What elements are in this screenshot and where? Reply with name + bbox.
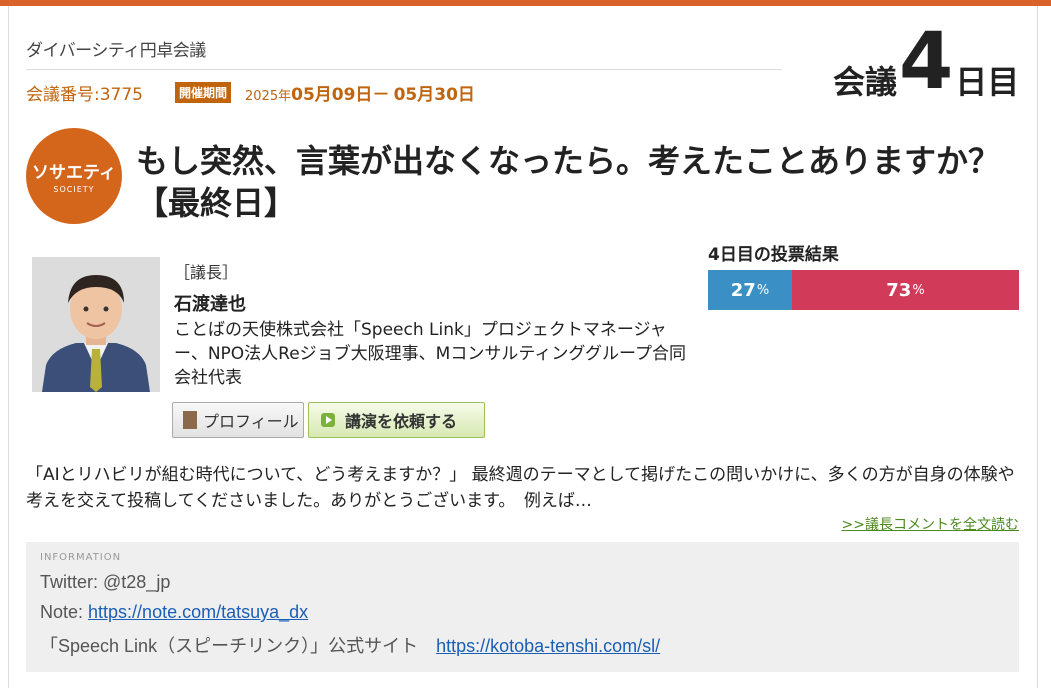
category-label-en: SOCIETY	[53, 185, 95, 194]
lecture-button-label: 講演を依頼する	[345, 412, 458, 431]
day-counter-suffix: 日目	[955, 63, 1020, 101]
period-badge: 開催期間	[175, 81, 232, 103]
day-counter-number: 4	[899, 17, 954, 107]
site-prefix: 「Speech Link（スピーチリンク）」公式サイト	[40, 636, 437, 656]
category-label: ソサエティ	[32, 163, 116, 183]
chair-description: ことばの天使株式会社「Speech Link」プロジェクトマネージャー、NPO法…	[174, 320, 686, 388]
information-box: INFORMATION Twitter: @t28_jp Note: https…	[26, 542, 1019, 672]
period-separator: －	[372, 84, 390, 105]
note-prefix: Note:	[40, 602, 89, 622]
document-icon	[183, 411, 197, 429]
category-logo[interactable]: ソサエティ SOCIETY	[26, 128, 122, 224]
profile-button[interactable]: プロフィール	[172, 402, 304, 438]
read-full-comment-link[interactable]: >>議長コメントを全文読む	[842, 514, 1019, 534]
page-title: もし突然、言葉が出なくなったら。考えたことありますか？【最終日】	[136, 142, 1001, 222]
chair-role: ［議長］	[174, 263, 239, 282]
lecture-request-button[interactable]: 講演を依頼する	[308, 402, 485, 438]
period-year: 2025年	[245, 88, 292, 104]
period-end: 05月30日	[393, 84, 475, 105]
vote-no-value: 73	[886, 279, 912, 301]
site-link[interactable]: https://kotoba-tenshi.com/sl/	[436, 636, 660, 656]
play-icon	[321, 413, 335, 427]
vote-yes-segment: 27%	[708, 270, 792, 310]
information-label: INFORMATION	[40, 552, 122, 563]
meeting-meta: 会議番号:3775 開催期間 2025年05月09日－ 05月30日	[26, 80, 475, 105]
vote-no-unit: %	[912, 282, 925, 298]
brand-title[interactable]: ダイバーシティ円卓会議	[26, 36, 206, 61]
meeting-number: 会議番号:3775	[26, 84, 143, 105]
site-line: 「Speech Link（スピーチリンク）」公式サイト https://koto…	[40, 632, 1005, 658]
day-counter-prefix: 会議	[833, 63, 898, 101]
twitter-line: Twitter: @t28_jp	[40, 572, 171, 592]
chair-avatar[interactable]	[32, 257, 160, 392]
vote-yes-value: 27	[730, 279, 756, 301]
profile-button-label: プロフィール	[203, 412, 299, 431]
divider	[26, 69, 782, 70]
note-link[interactable]: https://note.com/tatsuya_dx	[88, 602, 308, 622]
vote-title: 4日目の投票結果	[708, 245, 839, 265]
period-dates: 2025年05月09日－ 05月30日	[245, 80, 475, 105]
chair-name[interactable]: 石渡達也	[174, 290, 246, 316]
day-counter: 会議 4 日目	[833, 22, 1019, 102]
note-line: Note: https://note.com/tatsuya_dx	[40, 602, 1005, 623]
vote-yes-unit: %	[756, 282, 770, 298]
chair-comment: 「AIとリハビリが組む時代について、どう考えますか？」 最終週のテーマとして掲げ…	[26, 465, 1015, 511]
period-start: 05月09日	[291, 84, 373, 105]
vote-no-segment: 73%	[791, 270, 1019, 310]
vote-result-bar: 27% 73%	[708, 270, 1019, 310]
person-photo-icon	[32, 257, 160, 392]
